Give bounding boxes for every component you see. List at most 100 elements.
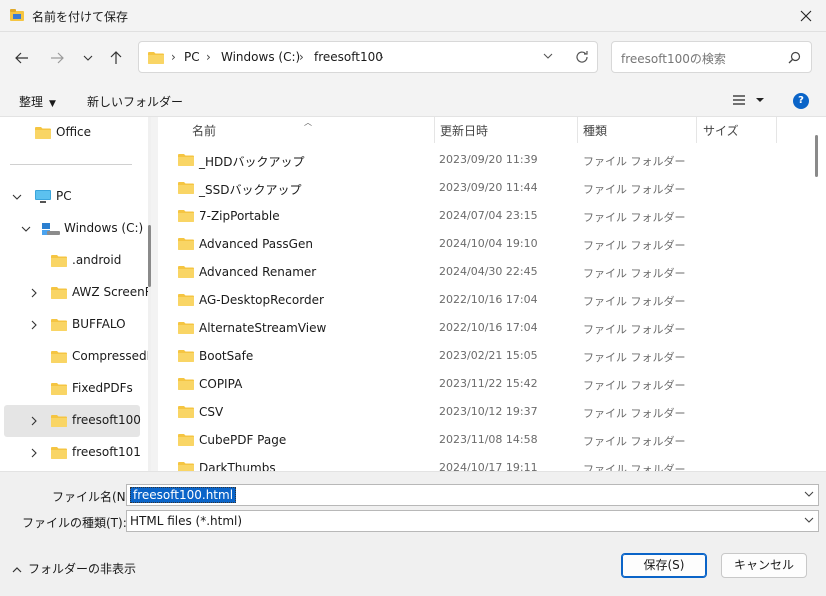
column-divider[interactable]	[776, 117, 777, 143]
file-row[interactable]: DarkThumbs 2024/10/17 19:11 ファイル フォルダー	[158, 454, 806, 471]
tree-item-pc[interactable]: PC	[0, 181, 141, 213]
file-row[interactable]: _SSDバックアップ 2023/09/20 11:44 ファイル フォルダー	[158, 174, 806, 202]
tree-item-label: .android	[72, 253, 122, 267]
forward-button[interactable]	[45, 46, 69, 70]
tree-item-label: Windows (C:)	[64, 221, 144, 235]
file-type: ファイル フォルダー	[583, 183, 686, 196]
file-type: ファイル フォルダー	[583, 211, 686, 224]
file-type: ファイル フォルダー	[583, 295, 686, 308]
chevron-down-icon	[83, 55, 93, 61]
file-row[interactable]: Advanced PassGen 2024/10/04 19:10 ファイル フ…	[158, 230, 806, 258]
save-button[interactable]: 保存(S)	[621, 553, 707, 578]
search-box[interactable]: freesoft100の検索	[611, 41, 812, 73]
folder-icon	[178, 294, 194, 306]
tree-item-label: BUFFALO	[72, 317, 126, 331]
address-bar[interactable]: › PC › Windows (C:) › freesoft100 ›	[138, 41, 598, 73]
help-icon[interactable]: ?	[793, 93, 809, 109]
chevron-right-icon[interactable]	[29, 320, 39, 330]
search-icon[interactable]	[788, 51, 801, 64]
file-date: 2024/04/30 22:45	[439, 265, 538, 278]
tree-item-folder[interactable]: AWZ ScreenR	[0, 277, 148, 309]
new-folder-button[interactable]: 新しいフォルダー	[87, 93, 183, 110]
tree-item-office[interactable]: Office	[0, 117, 141, 149]
folder-icon	[178, 182, 194, 194]
file-row[interactable]: BootSafe 2023/02/21 15:05 ファイル フォルダー	[158, 342, 806, 370]
tree-item-folder[interactable]: CompressedPD	[0, 341, 148, 373]
folder-icon	[178, 434, 194, 446]
filetype-label: ファイルの種類(T):	[22, 516, 127, 530]
column-header-name[interactable]: 名前	[158, 117, 434, 143]
file-row[interactable]: 7-ZipPortable 2024/07/04 23:15 ファイル フォルダ…	[158, 202, 806, 230]
file-list[interactable]: ︿ 名前 更新日時 種類 サイズ _HDDバックアップ 2023/09/20 1…	[158, 117, 826, 471]
file-date: 2023/09/20 11:39	[439, 153, 538, 166]
back-button[interactable]	[10, 46, 34, 70]
close-button[interactable]	[786, 0, 826, 32]
navigation-bar: › PC › Windows (C:) › freesoft100 › free…	[0, 32, 826, 84]
file-date: 2024/07/04 23:15	[439, 209, 538, 222]
tree-item-folder-selected[interactable]: freesoft100	[4, 405, 141, 437]
navigation-pane[interactable]: Office PC Windows (C:) .android AWZ Scre…	[0, 117, 148, 471]
folder-icon	[178, 350, 194, 362]
tree-item-folder[interactable]: FixedPDFs	[0, 373, 141, 405]
tree-item-drive[interactable]: Windows (C:)	[0, 213, 144, 245]
refresh-icon[interactable]	[575, 50, 589, 64]
file-row[interactable]: AlternateStreamView 2022/10/16 17:04 ファイ…	[158, 314, 806, 342]
folder-icon	[178, 406, 194, 418]
file-type: ファイル フォルダー	[583, 379, 686, 392]
chevron-down-icon[interactable]	[21, 224, 31, 234]
column-header-type[interactable]: 種類	[578, 117, 696, 143]
chevron-right-icon: ›	[299, 50, 304, 64]
folder-icon	[51, 319, 67, 331]
file-name: Advanced PassGen	[199, 237, 313, 251]
tree-item-folder[interactable]: freesoft101	[0, 437, 141, 469]
hide-folders-label: フォルダーの非表示	[28, 562, 137, 576]
list-scrollbar[interactable]	[815, 135, 818, 177]
save-form: ファイル名(N): freesoft100.html ファイルの種類(T): H…	[0, 471, 826, 596]
folder-icon	[51, 383, 67, 395]
cancel-button[interactable]: キャンセル	[721, 553, 807, 578]
file-row[interactable]: COPIPA 2023/11/22 15:42 ファイル フォルダー	[158, 370, 806, 398]
file-row[interactable]: CubePDF Page 2023/11/08 14:58 ファイル フォルダー	[158, 426, 806, 454]
chevron-down-icon[interactable]	[12, 192, 22, 202]
drive-icon	[42, 223, 60, 235]
folder-icon	[51, 255, 67, 267]
chevron-right-icon[interactable]	[29, 288, 39, 298]
folder-icon	[35, 127, 51, 139]
chevron-right-icon[interactable]	[29, 416, 39, 426]
up-button[interactable]	[104, 46, 128, 70]
breadcrumb-pc[interactable]: PC	[184, 50, 200, 64]
pane-splitter[interactable]	[151, 117, 158, 471]
chevron-right-icon[interactable]	[29, 448, 39, 458]
column-header-label: 種類	[583, 124, 608, 138]
file-name: Advanced Renamer	[199, 265, 317, 279]
tree-item-folder[interactable]: BUFFALO	[0, 309, 141, 341]
file-row[interactable]: CSV 2023/10/12 19:37 ファイル フォルダー	[158, 398, 806, 426]
list-view-icon	[733, 95, 764, 105]
filename-input[interactable]: freesoft100.html	[126, 484, 819, 506]
column-header-date[interactable]: 更新日時	[435, 117, 577, 143]
file-date: 2023/02/21 15:05	[439, 349, 538, 362]
recent-locations-button[interactable]	[76, 46, 100, 70]
tree-item-folder[interactable]: .android	[0, 245, 141, 277]
chevron-down-icon[interactable]	[804, 516, 814, 524]
chevron-right-icon: ›	[206, 50, 211, 64]
folder-icon	[178, 154, 194, 166]
file-row[interactable]: AG-DesktopRecorder 2022/10/16 17:04 ファイル…	[158, 286, 806, 314]
file-name: BootSafe	[199, 349, 254, 363]
filetype-value: HTML files (*.html)	[130, 514, 243, 528]
view-options-button[interactable]	[732, 93, 768, 110]
file-row[interactable]: Advanced Renamer 2024/04/30 22:45 ファイル フ…	[158, 258, 806, 286]
filetype-select[interactable]: HTML files (*.html)	[126, 510, 819, 532]
breadcrumb-folder[interactable]: freesoft100	[314, 50, 383, 64]
organize-menu[interactable]: 整理 ▼	[19, 93, 56, 110]
chevron-down-icon[interactable]	[543, 53, 553, 59]
chevron-down-icon[interactable]	[804, 490, 814, 498]
folder-icon	[51, 447, 67, 459]
file-type: ファイル フォルダー	[583, 239, 686, 252]
file-row[interactable]: _HDDバックアップ 2023/09/20 11:39 ファイル フォルダー	[158, 146, 806, 174]
tree-scrollbar[interactable]	[148, 225, 151, 287]
hide-folders-toggle[interactable]: フォルダーの非表示	[12, 560, 136, 577]
column-header-size[interactable]: サイズ	[697, 117, 777, 143]
breadcrumb-drive[interactable]: Windows (C:)	[221, 50, 300, 64]
file-type: ファイル フォルダー	[583, 155, 686, 168]
